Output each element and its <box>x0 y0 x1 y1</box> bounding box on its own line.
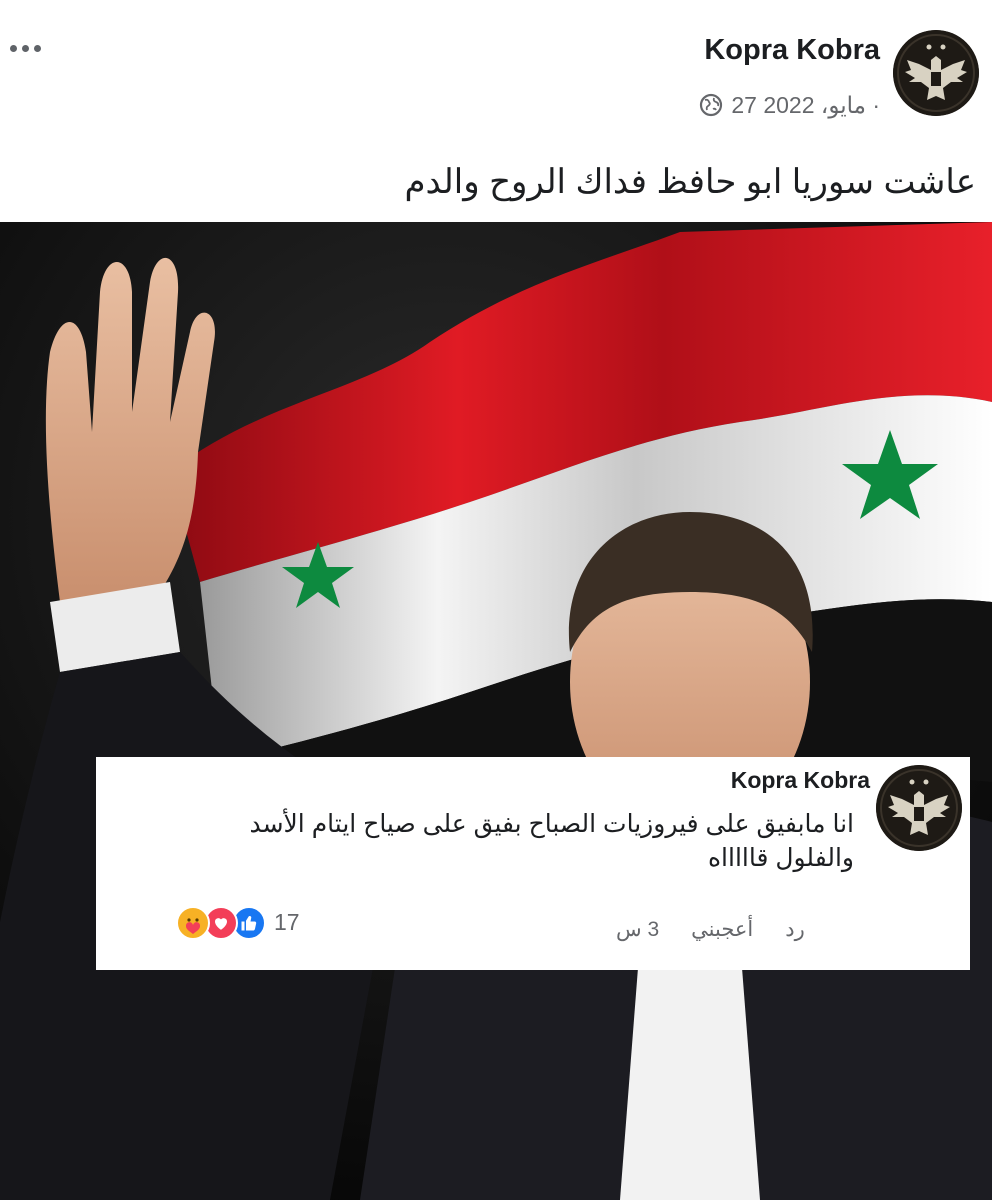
comment-card: Kopra Kobra انا مابفيق على فيروزيات الصب… <box>96 757 970 970</box>
post-header: Kopra Kobra 27 مايو، 2022 · عاشت سوريا ا… <box>0 0 992 222</box>
reaction-icons <box>176 906 266 940</box>
reaction-count: 17 <box>274 908 300 935</box>
care-icon <box>176 906 210 940</box>
comment-time: 3 س <box>616 917 660 941</box>
reply-button[interactable]: رد <box>785 917 805 942</box>
commenter-name[interactable]: Kopra Kobra <box>576 767 870 794</box>
globe-icon <box>700 93 723 117</box>
post-author-name[interactable]: Kopra Kobra <box>560 34 880 67</box>
more-options-icon[interactable] <box>10 38 50 58</box>
reactions-summary[interactable]: 17 <box>176 905 300 940</box>
comment-actions: 3 س أعجبني رد <box>616 913 852 945</box>
comment-text-line-1: انا مابفيق على فيروزيات الصباح بفيق على … <box>249 810 854 838</box>
photo-artwork <box>0 222 992 1200</box>
commenter-avatar[interactable] <box>876 765 962 851</box>
post-meta: 27 مايو، 2022 · <box>560 90 880 120</box>
like-comment-button[interactable]: أعجبني <box>691 917 753 942</box>
post-text: عاشت سوريا ابو حافظ فداك الروح والدم <box>404 163 977 201</box>
post-date[interactable]: 27 مايو، 2022 · <box>731 92 880 119</box>
author-avatar[interactable] <box>893 30 979 116</box>
comment-text-line-2: والفلول قاااااه <box>707 844 854 872</box>
comment-text: انا مابفيق على فيروزيات الصباح بفيق على … <box>116 807 854 875</box>
post-photo[interactable] <box>0 222 992 1200</box>
